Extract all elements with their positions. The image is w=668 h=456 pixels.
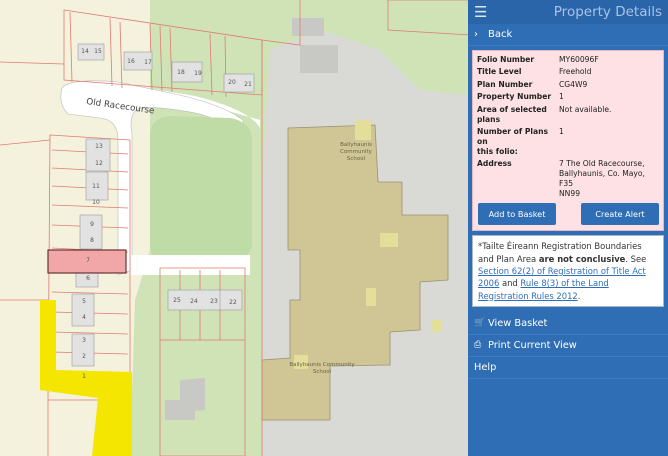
address-value: 7 The Old Racecourse, Ballyhaunis, Co. Ma… <box>559 159 659 199</box>
plot-number: 18 <box>177 69 185 76</box>
plot-number: 22 <box>229 299 237 306</box>
nplans-label-line: Number of Plans on <box>477 126 549 146</box>
nplans-label-line: this folio: <box>477 146 518 156</box>
plan-number-value: CG4W9 <box>559 79 588 89</box>
plot-number: 7 <box>86 257 90 264</box>
plot-number: 8 <box>90 237 94 244</box>
view-basket-label: View Basket <box>488 317 548 329</box>
area-label-line: plans <box>477 114 501 124</box>
back-label: Back <box>488 29 513 40</box>
cart-icon: 🛒 <box>474 318 486 329</box>
note-text: . See <box>625 253 647 264</box>
folio-label: Folio Number <box>477 55 535 64</box>
address-label: Address <box>477 159 512 169</box>
area-value: Not available. <box>559 104 612 114</box>
property-number-label: Property Number <box>477 92 552 102</box>
map-view[interactable]: 14 15 16 17 18 19 20 21 13 12 11 10 9 8 … <box>0 0 468 456</box>
plot-number: 19 <box>194 70 202 77</box>
plot-number: 6 <box>86 275 90 282</box>
school-label: Ballyhaunis Community <box>289 362 355 368</box>
school-label: School <box>347 156 366 162</box>
plot-number: 5 <box>82 298 86 305</box>
note-bold: are not conclusive <box>538 253 626 264</box>
chevron-right-icon: › <box>474 29 478 40</box>
address-line: Ballyhaunis, Co. Mayo, F35 <box>559 169 645 189</box>
number-of-plans-label: Number of Plans on this folio: <box>477 127 559 157</box>
school-label: Ballyhaunis <box>340 142 372 148</box>
plot-number: 25 <box>173 297 181 304</box>
plot-number: 20 <box>228 79 236 86</box>
title-level-label: Title Level <box>477 67 522 77</box>
back-button[interactable]: › Back <box>468 24 668 46</box>
plot-number: 14 <box>81 48 89 55</box>
property-details-box: Folio Number MY60096F Title Level Freehold… <box>472 50 664 232</box>
add-to-basket-button[interactable]: Add to Basket <box>478 203 556 226</box>
plot-number: 16 <box>127 58 135 65</box>
area-label-line: Area of selected <box>477 104 547 114</box>
plot-number: 15 <box>94 48 102 55</box>
plot-number: 1 <box>82 373 86 380</box>
print-view-button[interactable]: ⎙ Print Current View <box>468 335 668 357</box>
area-label: Area of selected plans <box>477 105 559 125</box>
folio-value: MY60096F <box>559 55 599 64</box>
plan-number-label: Plan Number <box>477 79 533 89</box>
print-icon: ⎙ <box>474 340 482 351</box>
hamburger-icon[interactable]: ☰ <box>474 4 487 20</box>
disclaimer-note: *Tailte Éireann Registration Boundaries … <box>472 235 664 307</box>
address-line: NN99 <box>559 189 581 199</box>
plot-number: 23 <box>210 298 218 305</box>
plot-number: 12 <box>95 160 103 167</box>
plot-number: 3 <box>82 337 86 344</box>
number-of-plans-value: 1 <box>559 126 564 136</box>
view-basket-button[interactable]: 🛒 View Basket <box>468 313 668 335</box>
plot-number: 4 <box>82 314 86 321</box>
panel-title: Property Details <box>553 4 662 20</box>
note-text: and <box>499 278 521 289</box>
property-details-panel: ☰ Property Details › Back Folio Number MY… <box>468 0 668 456</box>
note-text: . <box>577 290 581 301</box>
panel-header: ☰ Property Details <box>468 0 668 24</box>
plot-number: 17 <box>144 59 152 66</box>
plot-number: 21 <box>244 81 252 88</box>
school-label: Community <box>340 149 373 155</box>
school-label: School <box>313 369 332 375</box>
help-button[interactable]: Help <box>468 357 668 379</box>
create-alert-button[interactable]: Create Alert <box>581 203 659 226</box>
print-view-label: Print Current View <box>488 339 577 351</box>
title-level-value: Freehold <box>559 67 592 77</box>
property-number-value: 1 <box>559 92 564 102</box>
plot-number: 24 <box>190 298 198 305</box>
plot-number: 10 <box>92 199 100 206</box>
plot-number: 2 <box>82 353 86 360</box>
plot-number: 11 <box>92 183 100 190</box>
plot-number: 13 <box>95 143 103 150</box>
address-line: 7 The Old Racecourse, <box>559 159 645 169</box>
plot-number: 9 <box>90 221 94 228</box>
help-label: Help <box>474 361 497 373</box>
